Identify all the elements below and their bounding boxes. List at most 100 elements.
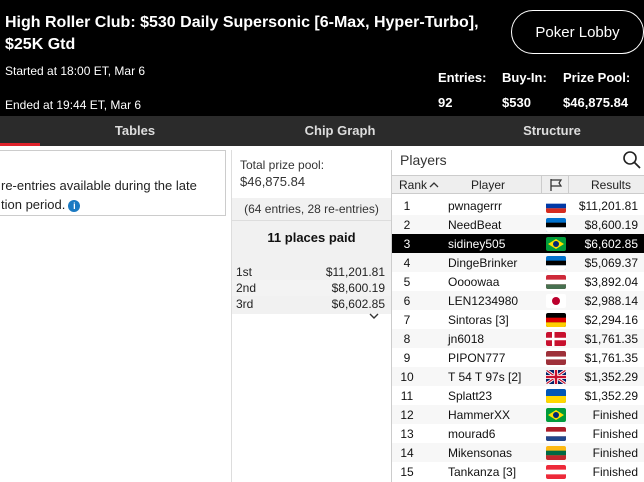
active-tab-indicator	[0, 143, 40, 146]
player-row[interactable]: 10 T 54 T 97s [2] $1,352.29	[392, 367, 644, 386]
player-rank: 12	[400, 408, 414, 422]
tournament-lobby: High Roller Club: $530 Daily Supersonic …	[0, 0, 644, 482]
tournament-title: High Roller Club: $530 Daily Supersonic …	[5, 14, 479, 53]
player-name: PIPON777	[448, 351, 506, 365]
player-row[interactable]: 9 PIPON777 $1,761.35	[392, 348, 644, 367]
payout-place: 3rd	[236, 297, 254, 311]
buyin-value: $530	[502, 95, 531, 110]
rank-column-header[interactable]: Rank	[399, 178, 439, 192]
player-result: Finished	[592, 427, 638, 441]
divider	[232, 220, 391, 221]
player-rank: 7	[403, 313, 411, 327]
player-rank: 14	[400, 446, 414, 460]
tab-tables[interactable]: Tables	[100, 116, 170, 146]
places-paid: 11 places paid	[267, 230, 356, 245]
reentry-info-text: re-entries available during the late tio…	[1, 176, 197, 214]
player-name: DingeBrinker	[448, 256, 518, 270]
players-panel: Players Rank Player Results 1 pwnagerrr $1…	[391, 150, 644, 482]
player-name: Splatt23	[448, 389, 493, 403]
uk-flag-icon	[546, 370, 566, 384]
start-time: Started at 18:00 ET, Mar 6	[5, 64, 146, 78]
search-icon[interactable]	[622, 150, 642, 170]
player-result: Finished	[592, 408, 638, 422]
player-row[interactable]: 8 jn6018 $1,761.35	[392, 329, 644, 348]
player-result: $5,069.37	[584, 256, 638, 270]
payout-place: 2nd	[236, 281, 257, 295]
player-column-header[interactable]: Player	[471, 178, 505, 192]
player-result: $8,600.19	[584, 218, 638, 232]
end-time: Ended at 19:44 ET, Mar 6	[5, 98, 142, 112]
player-name: LEN1234980	[448, 294, 519, 308]
tab-chip-graph[interactable]: Chip Graph	[290, 116, 390, 146]
player-result: $1,761.35	[584, 332, 638, 346]
payout-amount: $11,201.81	[325, 265, 385, 279]
brazil-flag-icon	[546, 408, 566, 422]
player-row[interactable]: 15 Tankanza [3] Finished	[392, 462, 644, 481]
prizepool-value: $46,875.84	[563, 95, 629, 110]
russia-flag-icon	[546, 199, 566, 213]
germany-flag-icon	[546, 313, 566, 327]
entries-label: Entries:	[438, 70, 487, 85]
player-rank: 6	[403, 294, 411, 308]
total-prize-pool-value: $46,875.84	[240, 174, 306, 189]
payout-place: 1st	[236, 265, 253, 279]
player-rank: 5	[403, 275, 411, 289]
results-column-header[interactable]: Results	[591, 178, 631, 192]
player-name: Mikensonas	[448, 446, 513, 460]
latvia-flag-icon	[546, 351, 566, 365]
payout-amount: $6,602.85	[331, 297, 385, 311]
prize-pool-panel: Total prize pool: $46,875.84 (64 entries…	[231, 150, 391, 482]
player-result: $2,294.16	[584, 313, 638, 327]
poker-lobby-button[interactable]: Poker Lobby	[511, 10, 644, 54]
player-result: $1,761.35	[584, 351, 638, 365]
player-result: $2,988.14	[584, 294, 638, 308]
rank-header-label: Rank	[399, 178, 428, 192]
player-name: HammerXX	[448, 408, 511, 422]
tab-structure[interactable]: Structure	[510, 116, 594, 146]
payout-amount: $8,600.19	[331, 281, 385, 295]
payout-row: 2nd $8,600.19	[232, 280, 391, 296]
lithuania-flag-icon	[546, 446, 566, 460]
player-row[interactable]: 3 sidiney505 $6,602.85	[392, 234, 644, 253]
total-prize-pool-label: Total prize pool:	[240, 158, 325, 172]
player-rank: 1	[403, 199, 411, 213]
player-rank: 13	[400, 427, 414, 441]
player-row[interactable]: 12 HammerXX Finished	[392, 405, 644, 424]
entries-value: 92	[438, 95, 453, 110]
tournament-header: High Roller Club: $530 Daily Supersonic …	[0, 0, 644, 116]
players-title: Players	[400, 152, 447, 168]
player-row[interactable]: 7 Sintoras [3] $2,294.16	[392, 310, 644, 329]
player-row[interactable]: 2 NeedBeat $8,600.19	[392, 215, 644, 234]
tab-bar: Tables Chip Graph Structure	[0, 116, 644, 146]
austria-flag-icon	[546, 465, 566, 479]
player-row[interactable]: 11 Splatt23 $1,352.29	[392, 386, 644, 405]
info-line-1: re-entries available during the late	[1, 178, 197, 193]
player-row[interactable]: 1 pwnagerrr $11,201.81	[392, 196, 644, 215]
player-name: sidiney505	[448, 237, 506, 251]
player-row[interactable]: 13 mourad6 Finished	[392, 424, 644, 443]
brazil-flag-icon	[546, 237, 566, 251]
player-result: Finished	[592, 446, 638, 460]
player-name: mourad6	[448, 427, 496, 441]
player-rank: 3	[403, 237, 411, 251]
ukraine-flag-icon	[546, 389, 566, 403]
payout-row: 1st $11,201.81	[232, 264, 391, 280]
player-result: $3,892.04	[584, 275, 638, 289]
chevron-down-icon[interactable]	[368, 310, 380, 322]
player-rank: 11	[400, 389, 414, 403]
player-rank: 9	[403, 351, 411, 365]
player-row[interactable]: 14 Mikensonas Finished	[392, 443, 644, 462]
player-row[interactable]: 6 LEN1234980 $2,988.14	[392, 291, 644, 310]
player-rank: 10	[400, 370, 414, 384]
info-icon[interactable]: i	[68, 199, 81, 212]
info-line-2: tion period.	[1, 197, 66, 212]
player-name: Sintoras [3]	[448, 313, 509, 327]
estonia-flag-icon	[546, 218, 566, 232]
player-name: T 54 T 97s [2]	[448, 370, 522, 384]
flag-column-header[interactable]	[541, 176, 569, 194]
player-row[interactable]: 5 Oooowaa $3,892.04	[392, 272, 644, 291]
player-rank: 4	[403, 256, 411, 270]
chevron-up-icon	[429, 182, 439, 188]
player-row[interactable]: 4 DingeBrinker $5,069.37	[392, 253, 644, 272]
prizepool-label: Prize Pool:	[563, 70, 631, 85]
